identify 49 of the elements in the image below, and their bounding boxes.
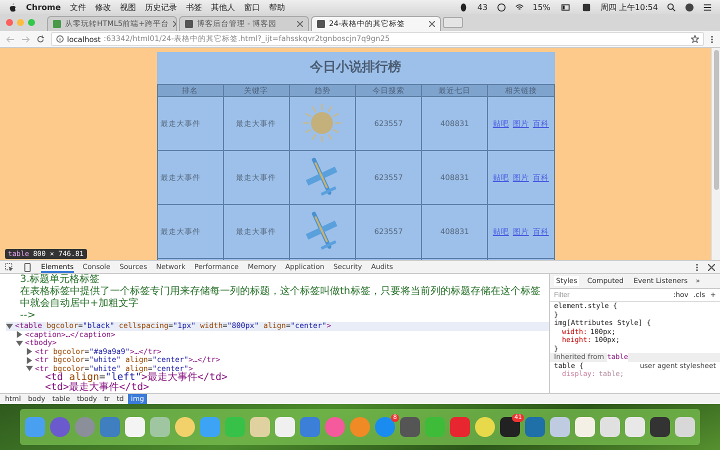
zoom-button[interactable] (28, 19, 35, 26)
caret-icon[interactable] (16, 331, 23, 338)
close-icon[interactable] (708, 264, 715, 270)
apple-icon[interactable] (8, 2, 17, 12)
menu-item[interactable]: 文件 (70, 2, 86, 12)
search-icon[interactable] (667, 2, 676, 12)
code-comment: --> (19, 310, 37, 322)
table-caption: 今日小说排行榜 (156, 52, 554, 84)
page-icon (185, 20, 193, 28)
forward-icon[interactable] (21, 34, 30, 44)
clock[interactable]: 周四 上午10:54 (600, 2, 658, 12)
new-tab-button[interactable] (443, 17, 463, 28)
caret-icon[interactable] (6, 322, 13, 330)
scrollbar-thumb[interactable] (714, 50, 718, 190)
caret-icon[interactable] (26, 365, 33, 372)
menu-item[interactable]: 其他人 (210, 2, 235, 12)
caret-icon[interactable] (26, 348, 33, 356)
list-icon[interactable] (703, 2, 712, 12)
wifi-icon[interactable] (514, 2, 524, 12)
close-button[interactable] (6, 19, 13, 26)
code-comment: 在表格标签中提供了一个标签专门用来存储每一列的标题，这个标签叫做th标签，只要将当前列的标题存储在这个标签中就会自动居中+加粗文字 (19, 286, 542, 310)
code-comment: 3.标题单元格标签 (19, 274, 101, 286)
menu-item[interactable]: 帮助 (268, 2, 285, 12)
menu-item[interactable]: 历史记录 (144, 2, 177, 12)
app-menu[interactable]: Chrome (26, 2, 61, 12)
inspect-icon[interactable] (5, 262, 14, 272)
battery-percent: 15% (532, 2, 550, 12)
menu-item[interactable]: 视图 (120, 2, 136, 12)
menu-item[interactable]: 修改 (94, 2, 111, 12)
star-icon[interactable] (691, 35, 699, 43)
caret-icon[interactable] (26, 356, 33, 364)
menu-item[interactable]: 书签 (186, 2, 202, 12)
kebab-menu-icon[interactable] (710, 34, 714, 44)
close-icon[interactable] (429, 21, 435, 27)
dom-node[interactable]: <td align="left">最走大事件</td> (6, 373, 549, 383)
close-icon[interactable] (297, 21, 303, 27)
reload-icon[interactable] (36, 34, 45, 44)
caret-icon[interactable] (16, 340, 23, 347)
dom-node[interactable]: <td>最走大事件</td> (6, 383, 549, 393)
kebab-menu-icon[interactable] (695, 262, 699, 272)
menu-item[interactable]: 窗口 (244, 2, 260, 12)
info-icon[interactable] (56, 35, 64, 43)
device-icon[interactable] (23, 262, 32, 272)
page-icon (53, 20, 61, 28)
sun-icon (302, 102, 342, 142)
circle-icon[interactable] (496, 2, 506, 12)
back-icon[interactable] (6, 34, 15, 44)
notification-count: 43 (477, 2, 488, 12)
page-icon (317, 20, 325, 28)
